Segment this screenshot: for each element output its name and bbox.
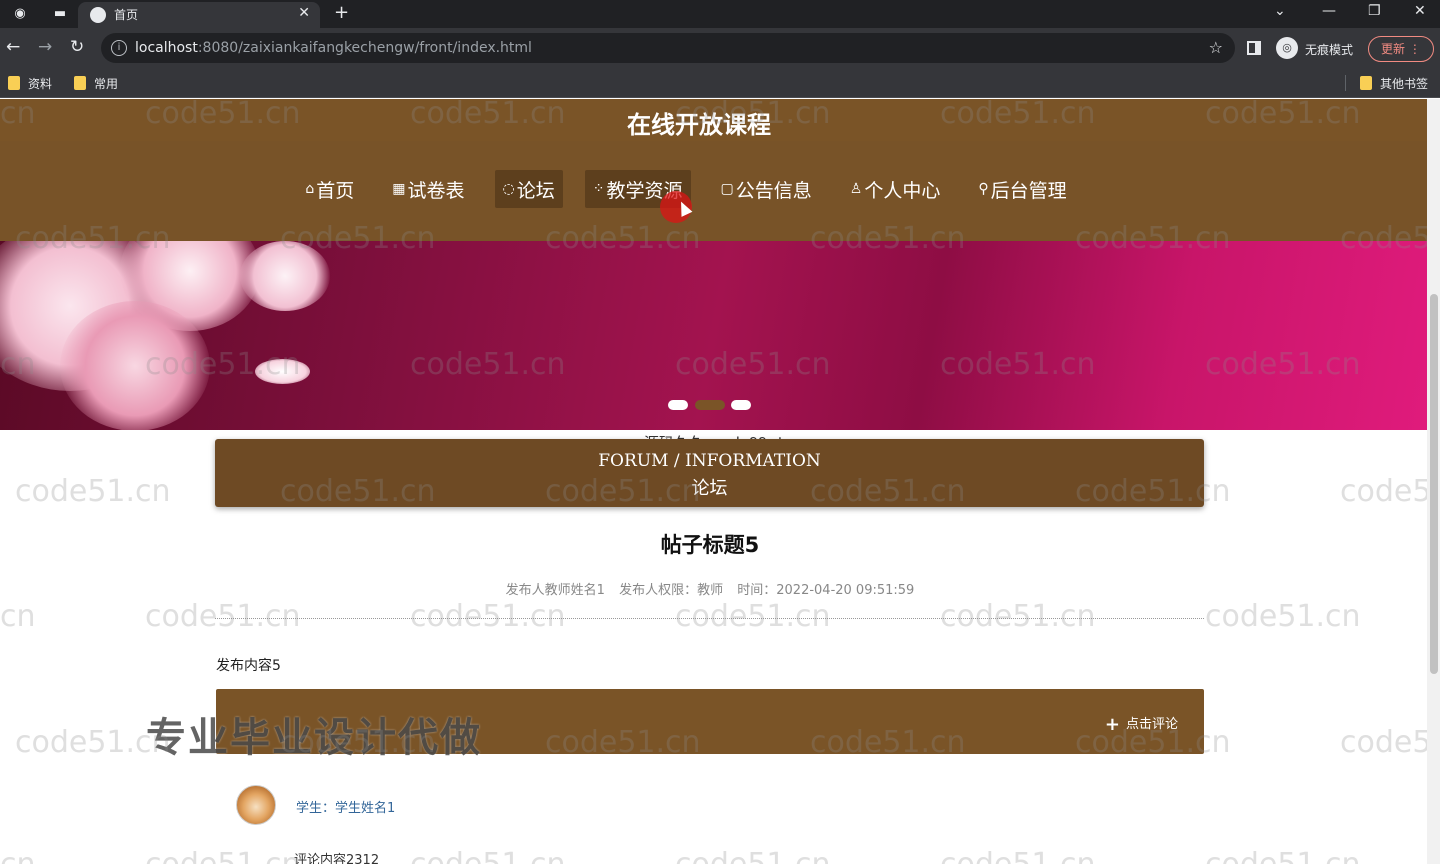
home-icon: ⌂: [305, 181, 315, 197]
new-tab-button[interactable]: +: [334, 2, 349, 23]
watermark-text: code51.cn: [145, 847, 301, 864]
post-role: 发布人权限：教师: [619, 583, 724, 598]
nav-item-profile[interactable]: ♙ 个人中心: [842, 170, 949, 208]
restore-icon[interactable]: ❐: [1368, 3, 1381, 19]
browser-toolbar: ← → ↻ i localhost:8080/zaixiankaifangkec…: [0, 28, 1440, 68]
promo-overlay-text: 专业毕业设计代做: [146, 715, 482, 761]
post-content: 发布内容5: [216, 658, 281, 674]
site-title: 在线开放课程: [627, 111, 771, 139]
close-window-icon[interactable]: ✕: [1414, 3, 1426, 19]
nav-item-forum[interactable]: ◌ 论坛: [494, 170, 563, 208]
reload-icon[interactable]: ↻: [70, 37, 84, 57]
url-path: :8080/zaixiankaifangkechengw/front/index…: [197, 40, 532, 56]
watermark-text: code51.cn: [15, 474, 171, 509]
minimize-icon[interactable]: —: [1322, 3, 1336, 19]
link-icon: ⚲: [978, 181, 989, 197]
tab-title: 首页: [114, 8, 139, 22]
browser-profile-icon[interactable]: ◉: [12, 6, 28, 22]
bookmark-divider: [1345, 75, 1346, 91]
update-button[interactable]: 更新 ⋮: [1368, 36, 1434, 62]
site-header: 在线开放课程 ⌂ 首页 ▦ 试卷表 ◌ 论坛 ⁘ 教学资源 ▢ 公告信息 ♙ 个人中心 ⚲ 后…: [0, 99, 1427, 241]
comment-text: 评论内容2312: [294, 853, 380, 864]
bookmarks-bar: 资料 常用 其他书签: [0, 68, 1440, 98]
watermark-text: code51.cn: [410, 847, 566, 864]
avatar: [236, 785, 276, 825]
carousel-dot[interactable]: [668, 400, 688, 410]
watermark-text: code51.cn: [1340, 474, 1440, 509]
page-scrollbar[interactable]: [1427, 99, 1440, 864]
post-time: 时间：2022-04-20 09:51:59: [737, 583, 915, 598]
add-comment-button[interactable]: + 点击评论: [1105, 713, 1178, 735]
watermark-text: code51.cn: [1340, 725, 1440, 760]
banner-carousel[interactable]: [0, 241, 1427, 430]
nav-label: 论坛: [516, 179, 555, 202]
watermark-text: code51.cn: [675, 847, 831, 864]
side-panel-icon[interactable]: [1247, 41, 1261, 55]
section-title-en: FORUM / INFORMATION: [598, 451, 821, 471]
bookmark-folder[interactable]: 资料: [8, 75, 52, 92]
watermark-text: code51.cn: [0, 847, 36, 864]
forward-icon[interactable]: →: [38, 37, 52, 57]
comment-author[interactable]: 学生：学生姓名1: [296, 797, 395, 816]
address-bar[interactable]: i localhost:8080/zaixiankaifangkechengw/…: [101, 33, 1235, 63]
nav-label: 首页: [316, 179, 355, 202]
update-label: 更新: [1381, 42, 1406, 56]
browser-tab-home[interactable]: 首页 ✕: [78, 2, 320, 28]
site-info-icon[interactable]: i: [111, 40, 127, 56]
watermark-text: code51.cn: [1205, 599, 1361, 634]
globe-icon: [90, 7, 106, 23]
nav-strip: ⌂ 首页 ▦ 试卷表 ◌ 论坛 ⁘ 教学资源 ▢ 公告信息 ♙ 个人中心 ⚲ 后台管理: [0, 141, 1427, 241]
url-host: localhost: [135, 40, 198, 56]
petal-decoration: [255, 359, 310, 384]
browser-tab-bar: ◉ ▬ 首页 ✕ + ⌄ — ❐ ✕: [0, 0, 1440, 28]
nav-label: 个人中心: [864, 179, 941, 202]
nav-item-notices[interactable]: ▢ 公告信息: [713, 170, 820, 208]
back-icon[interactable]: ←: [6, 37, 20, 57]
forum-icon: ◌: [502, 181, 515, 197]
nav-label: 后台管理: [990, 179, 1067, 202]
watermark-text: code51.cn: [145, 599, 301, 634]
watermark-text: code51.cn: [940, 599, 1096, 634]
blossom-decoration: [60, 301, 210, 430]
nav-label: 试卷表: [407, 179, 465, 202]
watermark-text: code51.cn: [940, 847, 1096, 864]
nav-item-home[interactable]: ⌂ 首页: [297, 170, 362, 208]
other-bookmarks-folder[interactable]: 其他书签: [1360, 75, 1428, 92]
nav-item-exam[interactable]: ▦ 试卷表: [384, 170, 472, 208]
plus-icon: +: [1104, 714, 1120, 735]
add-comment-label: 点击评论: [1125, 717, 1178, 732]
watermark-text: code51.cn: [675, 599, 831, 634]
incognito-label: 无痕模式: [1305, 43, 1354, 57]
post-meta: 发布人教师姓名1 发布人权限：教师 时间：2022-04-20 09:51:59: [0, 579, 1420, 598]
incognito-icon[interactable]: ◎: [1276, 37, 1298, 59]
section-title-zh: 论坛: [691, 478, 728, 499]
section-header: FORUM / INFORMATION 论坛: [215, 439, 1204, 507]
carousel-dot[interactable]: [731, 400, 751, 410]
url-text[interactable]: localhost:8080/zaixiankaifangkechengw/fr…: [135, 40, 532, 56]
carousel-dot-active[interactable]: [695, 400, 725, 410]
post-publisher: 发布人教师姓名1: [505, 583, 605, 598]
calendar-icon: ▦: [392, 181, 406, 197]
main-nav: ⌂ 首页 ▦ 试卷表 ◌ 论坛 ⁘ 教学资源 ▢ 公告信息 ♙ 个人中心 ⚲ 后台管理: [0, 170, 1427, 210]
grid-icon: ⁘: [592, 181, 605, 197]
watermark-text: code51.cn: [0, 599, 36, 634]
tab-close-icon[interactable]: ✕: [298, 5, 310, 21]
user-icon: ♙: [849, 181, 863, 197]
scrollbar-thumb[interactable]: [1430, 294, 1438, 674]
nav-label: 公告信息: [735, 179, 812, 202]
bookmark-folder[interactable]: 常用: [74, 75, 118, 92]
divider: [215, 618, 1204, 619]
bookmark-star-icon[interactable]: ☆: [1209, 38, 1223, 57]
page-viewport: 在线开放课程 ⌂ 首页 ▦ 试卷表 ◌ 论坛 ⁘ 教学资源 ▢ 公告信息 ♙ 个人中心 ⚲ 后…: [0, 99, 1440, 864]
tab-search-icon[interactable]: ⌄: [1274, 3, 1286, 19]
watermark-text: code51.cn: [1205, 847, 1361, 864]
nav-item-admin[interactable]: ⚲ 后台管理: [970, 170, 1074, 208]
post-title: 帖子标题5: [660, 533, 760, 557]
notice-icon: ▢: [720, 181, 734, 197]
watermark-text: code51.cn: [410, 599, 566, 634]
blossom-decoration: [240, 241, 330, 311]
tab-group-icon[interactable]: ▬: [52, 6, 68, 22]
